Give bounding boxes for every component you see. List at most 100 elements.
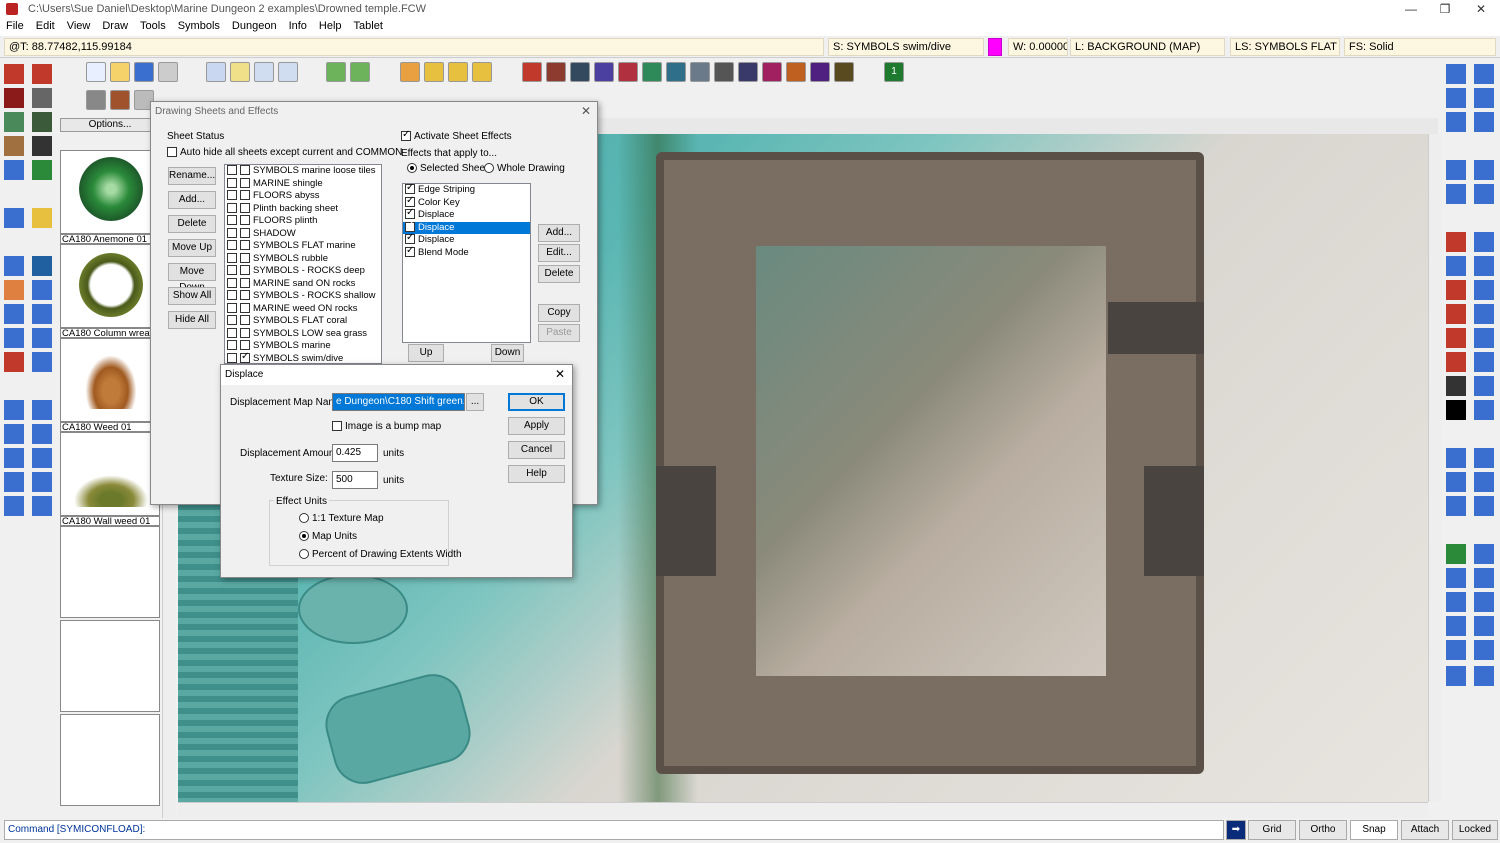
map-hscrollbar[interactable] (178, 802, 1428, 818)
arc-icon[interactable] (1446, 280, 1466, 300)
sheet-visible-checkbox[interactable] (227, 302, 237, 313)
line-width[interactable]: W: 0.00000 (1008, 38, 1068, 56)
tool-icon[interactable] (32, 448, 52, 468)
tool-icon[interactable] (4, 352, 24, 372)
sheet-effects-checkbox[interactable] (240, 265, 250, 276)
sheet-row[interactable]: SYMBOLS swim/dive (225, 351, 381, 363)
ortho-button[interactable]: Ortho (1299, 820, 1347, 840)
tool-icon[interactable] (1446, 472, 1466, 492)
text-icon[interactable] (1474, 400, 1494, 420)
sheet-effects-checkbox[interactable] (240, 302, 250, 313)
line-icon[interactable] (1446, 232, 1466, 252)
open-icon[interactable] (110, 62, 130, 82)
tool-icon[interactable] (32, 136, 52, 156)
fill-style[interactable]: FS: Solid (1344, 38, 1496, 56)
whole-drawing-radio[interactable]: Whole Drawing (484, 163, 565, 174)
text-icon[interactable] (1446, 400, 1466, 420)
sheet-effects-checkbox[interactable] (240, 252, 250, 263)
toolbar-icon[interactable] (350, 62, 370, 82)
sheet-visible-checkbox[interactable] (227, 277, 237, 288)
sheet-row[interactable]: SYMBOLS marine loose tiles (225, 165, 381, 178)
effect-row[interactable]: Displace (403, 232, 530, 247)
toolbar-icon[interactable] (472, 62, 492, 82)
sheet-visible-checkbox[interactable] (227, 202, 237, 213)
zoom-icon[interactable] (1446, 64, 1466, 84)
sheet-effects-checkbox[interactable] (240, 277, 250, 288)
tool-icon[interactable] (32, 424, 52, 444)
effect-enabled-checkbox[interactable] (405, 220, 415, 232)
tool-icon[interactable] (1474, 666, 1494, 686)
symbol-empty[interactable] (60, 620, 160, 712)
tool-icon[interactable] (32, 304, 52, 324)
toolbar-icon[interactable] (326, 62, 346, 82)
sheet-visible-checkbox[interactable] (227, 190, 237, 201)
line-style[interactable]: LS: SYMBOLS FLAT (1230, 38, 1340, 56)
catalog-icon[interactable] (618, 62, 638, 82)
hide-all-button[interactable]: Hide All (168, 311, 216, 329)
tool-icon[interactable] (4, 136, 24, 156)
command-line[interactable]: Command [SYMICONFLOAD]: (4, 820, 1224, 840)
catalog-icon[interactable] (546, 62, 566, 82)
sheet-effects-checkbox[interactable] (240, 240, 250, 251)
effect-enabled-checkbox[interactable] (405, 245, 415, 257)
sheet-visible-checkbox[interactable] (227, 240, 237, 251)
curve-icon[interactable] (1446, 304, 1466, 324)
menu-view[interactable]: View (61, 18, 97, 32)
map-name-field[interactable]: e Dungeon\C180 Shift green.png (332, 393, 465, 411)
tool-icon[interactable] (1474, 352, 1494, 372)
sheet-visible-checkbox[interactable] (227, 290, 237, 301)
toolbar-icon[interactable] (206, 62, 226, 82)
tool-icon[interactable] (1474, 256, 1494, 276)
sheets-dialog-close-icon[interactable]: ✕ (581, 104, 591, 118)
tool-icon[interactable] (32, 64, 52, 84)
zoom-in-icon[interactable] (1474, 64, 1494, 84)
sheet-effects-checkbox[interactable] (240, 340, 250, 351)
tool-icon[interactable] (1446, 592, 1466, 612)
tool-icon[interactable] (1474, 592, 1494, 612)
move-down-button[interactable]: Move Down (168, 263, 216, 293)
tool-icon[interactable] (4, 304, 24, 324)
amount-field[interactable]: 0.425 (332, 444, 378, 462)
sheet-row[interactable]: SYMBOLS - ROCKS deep (225, 265, 381, 278)
catalog-icon[interactable] (642, 62, 662, 82)
symbol-empty[interactable] (60, 714, 160, 806)
catalog-icon[interactable] (762, 62, 782, 82)
sheet-visible-checkbox[interactable] (227, 227, 237, 238)
unit-option-texture[interactable]: 1:1 Texture Map (299, 513, 384, 524)
tool-icon[interactable] (32, 208, 52, 228)
effect-up-button[interactable]: Up (408, 344, 444, 362)
sheet-visible-checkbox[interactable] (227, 315, 237, 326)
menu-edit[interactable]: Edit (30, 18, 61, 32)
effect-row[interactable]: Blend Mode (403, 245, 530, 260)
tool-icon[interactable] (1446, 160, 1466, 180)
tool-icon[interactable] (32, 496, 52, 516)
tool-icon[interactable] (1446, 496, 1466, 516)
menu-info[interactable]: Info (283, 18, 313, 32)
toolbar-icon[interactable] (424, 62, 444, 82)
menu-tools[interactable]: Tools (134, 18, 172, 32)
help-button[interactable]: Help (508, 465, 565, 483)
tool-icon[interactable] (32, 160, 52, 180)
tool-icon[interactable] (4, 88, 24, 108)
tool-icon[interactable] (1474, 376, 1494, 396)
tool-icon[interactable] (1446, 448, 1466, 468)
current-layer[interactable]: L: BACKGROUND (MAP) (1070, 38, 1225, 56)
sheet-visible-checkbox[interactable] (227, 265, 237, 276)
autohide-checkbox[interactable]: Auto hide all sheets except current and … (167, 147, 402, 158)
sheet-row[interactable]: MARINE shingle (225, 178, 381, 191)
sheet-row[interactable]: FLOORS plinth (225, 215, 381, 228)
rectangle-icon[interactable] (1474, 232, 1494, 252)
sheet-effects-checkbox[interactable] (240, 165, 250, 176)
catalog-icon[interactable] (834, 62, 854, 82)
symbol-wall-weed[interactable] (60, 432, 160, 516)
catalog-options-button[interactable]: Options... (60, 118, 160, 132)
tool-icon[interactable] (1446, 256, 1466, 276)
tool-icon[interactable] (1446, 568, 1466, 588)
toolbar-icon[interactable] (400, 62, 420, 82)
tool-icon[interactable] (32, 352, 52, 372)
tool-icon[interactable] (1474, 304, 1494, 324)
tool-icon[interactable] (4, 160, 24, 180)
tool-icon[interactable] (1474, 496, 1494, 516)
tool-icon[interactable] (4, 64, 24, 84)
sheet-effects-checkbox[interactable] (240, 227, 250, 238)
